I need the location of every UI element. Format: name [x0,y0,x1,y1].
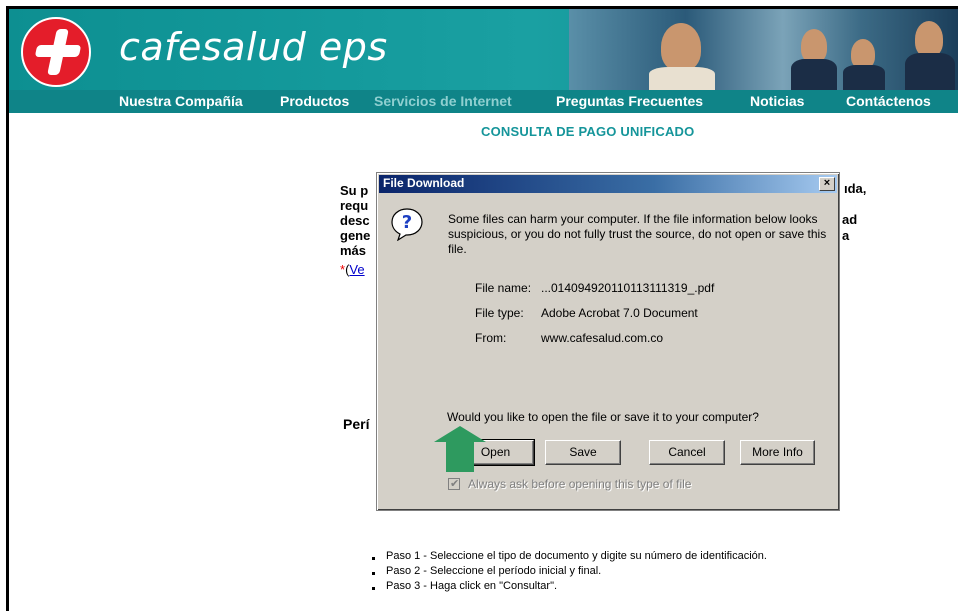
main-nav: Nuestra Compañía Productos Servicios de … [9,90,958,113]
nav-noticias[interactable]: Noticias [750,93,804,109]
svg-text:?: ? [402,212,412,233]
body-text-line: gene [340,228,371,243]
cafesalud-logo[interactable] [21,17,91,87]
photo-person [661,23,701,71]
photo-person-body [791,59,837,90]
photo-person [915,21,943,57]
nav-productos[interactable]: Productos [280,93,349,109]
page-title: CONSULTA DE PAGO UNIFICADO [481,124,695,139]
body-text-line: Su p [340,183,369,198]
open-save-question: Would you like to open the file or save … [447,410,759,424]
periodo-label: Perí [343,416,370,432]
body-text-fragment: a [842,228,850,243]
question-icon: ? [391,208,423,241]
photo-person-body [905,53,955,90]
brand-name: cafesalud eps [119,25,388,69]
logo-cross-horizontal [34,45,82,57]
photo-person-body [649,67,715,90]
body-text-line: desc [340,213,370,228]
bullet-icon [372,587,375,590]
ver-link[interactable]: Ve [349,262,364,277]
green-up-arrow-icon [434,426,486,472]
always-ask-label: Always ask before opening this type of f… [468,477,692,491]
body-text-line: más [340,243,367,258]
nav-preguntas-frecuentes[interactable]: Preguntas Frecuentes [556,93,703,109]
cancel-button[interactable]: Cancel [649,440,725,465]
step-text: Paso 2 - Seleccione el período inicial y… [386,565,602,577]
body-text-fragment: ad [842,212,858,227]
photo-person-body [843,65,885,90]
list-item: Paso 1 - Seleccione el tipo de documento… [372,549,767,564]
banner-header: cafesalud eps [9,9,958,90]
close-button[interactable]: × [819,177,835,191]
file-download-dialog: File Download × ? Some files can harm yo… [376,172,840,511]
nav-contactenos[interactable]: Contáctenos [846,93,931,109]
site-banner: cafesalud eps Nuestra Compañía Productos… [9,9,958,113]
steps-list: Paso 1 - Seleccione el tipo de documento… [372,549,767,594]
bullet-icon [372,557,375,560]
bullet-icon [372,572,375,575]
from-value: www.cafesalud.com.co [541,331,664,345]
step-text: Paso 3 - Haga click en "Consultar". [386,580,558,592]
dialog-title: File Download [383,176,465,190]
file-type-value: Adobe Acrobat 7.0 Document [541,306,698,320]
body-text-fragment: ıda, [844,181,867,196]
body-text-line: requ [340,198,369,213]
banner-photo [569,9,958,90]
step-text: Paso 1 - Seleccione el tipo de documento… [386,550,767,562]
save-button[interactable]: Save [545,440,621,465]
list-item: Paso 2 - Seleccione el período inicial y… [372,564,767,579]
nav-servicios-internet[interactable]: Servicios de Internet [374,93,512,109]
from-label: From: [475,331,507,345]
ver-link-row: *(Ve [340,262,365,277]
file-type-label: File type: [475,306,524,320]
file-name-label: File name: [475,281,532,295]
dialog-titlebar[interactable]: File Download × [379,175,837,193]
nav-nuestra-compania[interactable]: Nuestra Compañía [119,93,243,109]
warning-text: Some files can harm your computer. If th… [448,212,827,256]
more-info-button[interactable]: More Info [740,440,815,465]
list-item: Paso 3 - Haga click en "Consultar". [372,579,767,594]
file-name-value: ...0140949201101131113​19_.pdf [541,281,715,295]
always-ask-checkbox[interactable]: ✔ [448,478,460,490]
checkmark-icon: ✔ [450,478,460,490]
photo-person [801,29,827,63]
